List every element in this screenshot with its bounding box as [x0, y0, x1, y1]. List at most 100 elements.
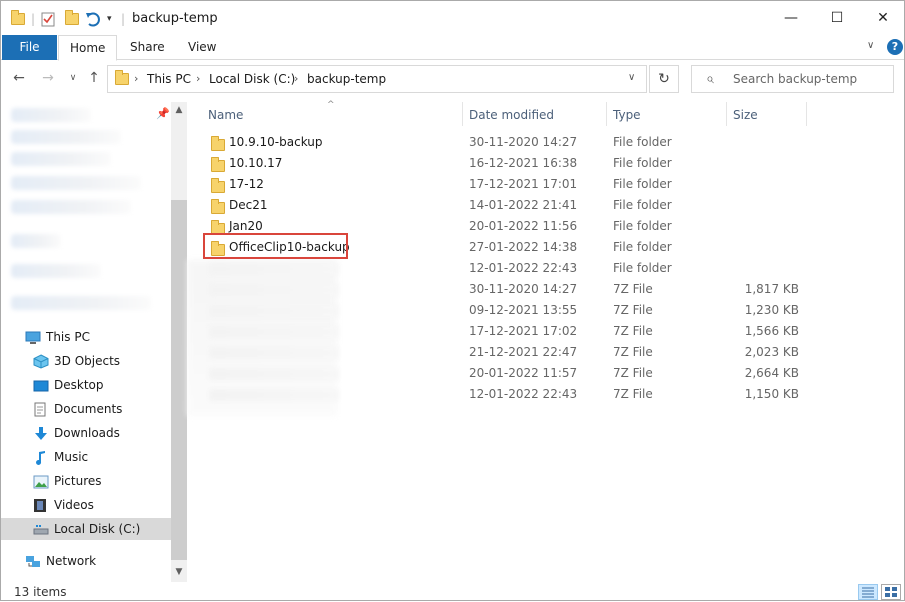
highlight-box: [203, 233, 348, 259]
file-row[interactable]: 21-12-2021 22:47 7Z File 2,023 KB: [207, 342, 807, 363]
search-box[interactable]: ⌕ Search backup-temp: [691, 65, 894, 93]
scroll-up-icon[interactable]: ▲: [171, 102, 187, 118]
nav-downloads[interactable]: Downloads: [1, 422, 171, 444]
file-date: 12-01-2022 22:43: [469, 387, 578, 401]
nav-label: Documents: [54, 402, 123, 416]
file-type: 7Z File: [613, 387, 653, 401]
back-arrow-icon[interactable]: ←: [10, 67, 28, 89]
file-size: 1,150 KB: [744, 387, 799, 401]
blurred-name: [209, 368, 339, 380]
nav-scrollbar[interactable]: ▲ ▼: [171, 102, 187, 582]
column-header-size[interactable]: Size: [733, 105, 758, 125]
breadcrumb-local-disk[interactable]: Local Disk (C:): [209, 72, 295, 86]
blurred-name: [209, 263, 339, 275]
nav-label: 3D Objects: [54, 354, 121, 368]
tab-file[interactable]: File: [2, 35, 57, 60]
nav-network[interactable]: Network: [1, 550, 171, 572]
file-date: 21-12-2021 22:47: [469, 345, 578, 359]
blurred-name: [209, 326, 339, 338]
up-arrow-icon[interactable]: ↑: [85, 67, 103, 89]
refresh-button[interactable]: ↻: [649, 65, 679, 93]
recent-locations-icon[interactable]: ∨: [64, 67, 82, 89]
nav-music[interactable]: Music: [1, 446, 171, 468]
download-arrow-icon: [33, 426, 48, 440]
nav-label: Videos: [54, 498, 94, 512]
new-folder-icon[interactable]: [65, 10, 79, 28]
nav-label: Desktop: [54, 378, 104, 392]
file-size: 1,230 KB: [744, 303, 799, 317]
file-row[interactable]: 17-12-2021 17:02 7Z File 1,566 KB: [207, 321, 807, 342]
maximize-button[interactable]: ☐: [814, 1, 860, 35]
folder-icon: [11, 10, 25, 28]
blurred-name: [209, 347, 339, 359]
chevron-down-icon[interactable]: ∨: [867, 40, 874, 51]
file-date: 09-12-2021 13:55: [469, 303, 578, 317]
music-note-icon: [33, 450, 48, 465]
blurred-name: [209, 305, 339, 317]
file-row[interactable]: 30-11-2020 14:27 7Z File 1,817 KB: [207, 279, 807, 300]
file-row[interactable]: Dec21 14-01-2022 21:41 File folder: [207, 195, 807, 216]
undo-icon[interactable]: [85, 10, 101, 28]
details-view-icon[interactable]: [858, 584, 878, 600]
blurred-item: [11, 264, 101, 278]
file-row[interactable]: 20-01-2022 11:57 7Z File 2,664 KB: [207, 363, 807, 384]
file-name: 10.9.10-backup: [229, 135, 323, 149]
pin-icon[interactable]: 📌: [156, 107, 170, 120]
scroll-thumb[interactable]: [171, 200, 187, 560]
file-name: 10.10.17: [229, 156, 283, 170]
nav-documents[interactable]: Documents: [1, 398, 171, 420]
nav-this-pc[interactable]: This PC: [1, 326, 171, 348]
blurred-item: [11, 234, 61, 248]
address-bar[interactable]: › This PC › Local Disk (C:) › backup-tem…: [107, 65, 647, 93]
file-type: File folder: [613, 261, 672, 275]
forward-arrow-icon[interactable]: →: [39, 67, 57, 89]
column-divider[interactable]: [606, 102, 607, 126]
file-row[interactable]: 10.9.10-backup 30-11-2020 14:27 File fol…: [207, 132, 807, 153]
close-button[interactable]: ✕: [860, 1, 905, 35]
chevron-right-icon: ›: [134, 72, 139, 85]
minimize-button[interactable]: —: [768, 1, 814, 35]
chevron-right-icon[interactable]: ›: [196, 72, 200, 85]
column-divider[interactable]: [726, 102, 727, 126]
breadcrumb-this-pc[interactable]: This PC: [147, 72, 191, 86]
column-header-type[interactable]: Type: [613, 105, 641, 125]
nav-videos[interactable]: Videos: [1, 494, 171, 516]
column-divider[interactable]: [462, 102, 463, 126]
tab-share[interactable]: Share: [119, 35, 176, 60]
file-type: 7Z File: [613, 282, 653, 296]
file-row[interactable]: 09-12-2021 13:55 7Z File 1,230 KB: [207, 300, 807, 321]
tab-home[interactable]: Home: [58, 35, 118, 61]
nav-desktop[interactable]: Desktop: [1, 374, 171, 396]
film-icon: [33, 498, 48, 512]
customize-toolbar-icon[interactable]: ▾: [107, 10, 112, 28]
file-row[interactable]: 12-01-2022 22:43 7Z File 1,150 KB: [207, 384, 807, 405]
breadcrumb-backup-temp[interactable]: backup-temp: [307, 72, 386, 86]
file-row[interactable]: 10.10.17 16-12-2021 16:38 File folder: [207, 153, 807, 174]
nav-3d-objects[interactable]: 3D Objects: [1, 350, 171, 372]
file-date: 17-12-2021 17:01: [469, 177, 578, 191]
chevron-right-icon[interactable]: ›: [294, 72, 298, 85]
column-header-name[interactable]: Name: [208, 105, 243, 125]
nav-label: Network: [46, 554, 97, 568]
nav-pictures[interactable]: Pictures: [1, 470, 171, 492]
search-input[interactable]: Search backup-temp: [733, 72, 857, 86]
file-row[interactable]: 12-01-2022 22:43 File folder: [207, 258, 807, 279]
blurred-item: [11, 296, 151, 310]
column-header-date[interactable]: Date modified: [469, 105, 554, 125]
column-divider[interactable]: [806, 102, 807, 126]
help-icon[interactable]: ?: [887, 39, 903, 55]
chevron-down-icon[interactable]: ∨: [628, 72, 635, 83]
scroll-down-icon[interactable]: ▼: [171, 564, 187, 580]
folder-icon: [115, 70, 129, 88]
search-icon: ⌕: [706, 71, 714, 87]
file-date: 30-11-2020 14:27: [469, 135, 578, 149]
blurred-name: [209, 284, 339, 296]
file-row[interactable]: 17-12 17-12-2021 17:01 File folder: [207, 174, 807, 195]
properties-icon[interactable]: [41, 10, 55, 28]
file-name: Dec21: [229, 198, 268, 212]
network-icon: [25, 554, 40, 568]
large-icons-view-icon[interactable]: [881, 584, 901, 600]
nav-local-disk[interactable]: Local Disk (C:): [1, 518, 171, 540]
tab-view[interactable]: View: [177, 35, 227, 60]
file-date: 17-12-2021 17:02: [469, 324, 578, 338]
